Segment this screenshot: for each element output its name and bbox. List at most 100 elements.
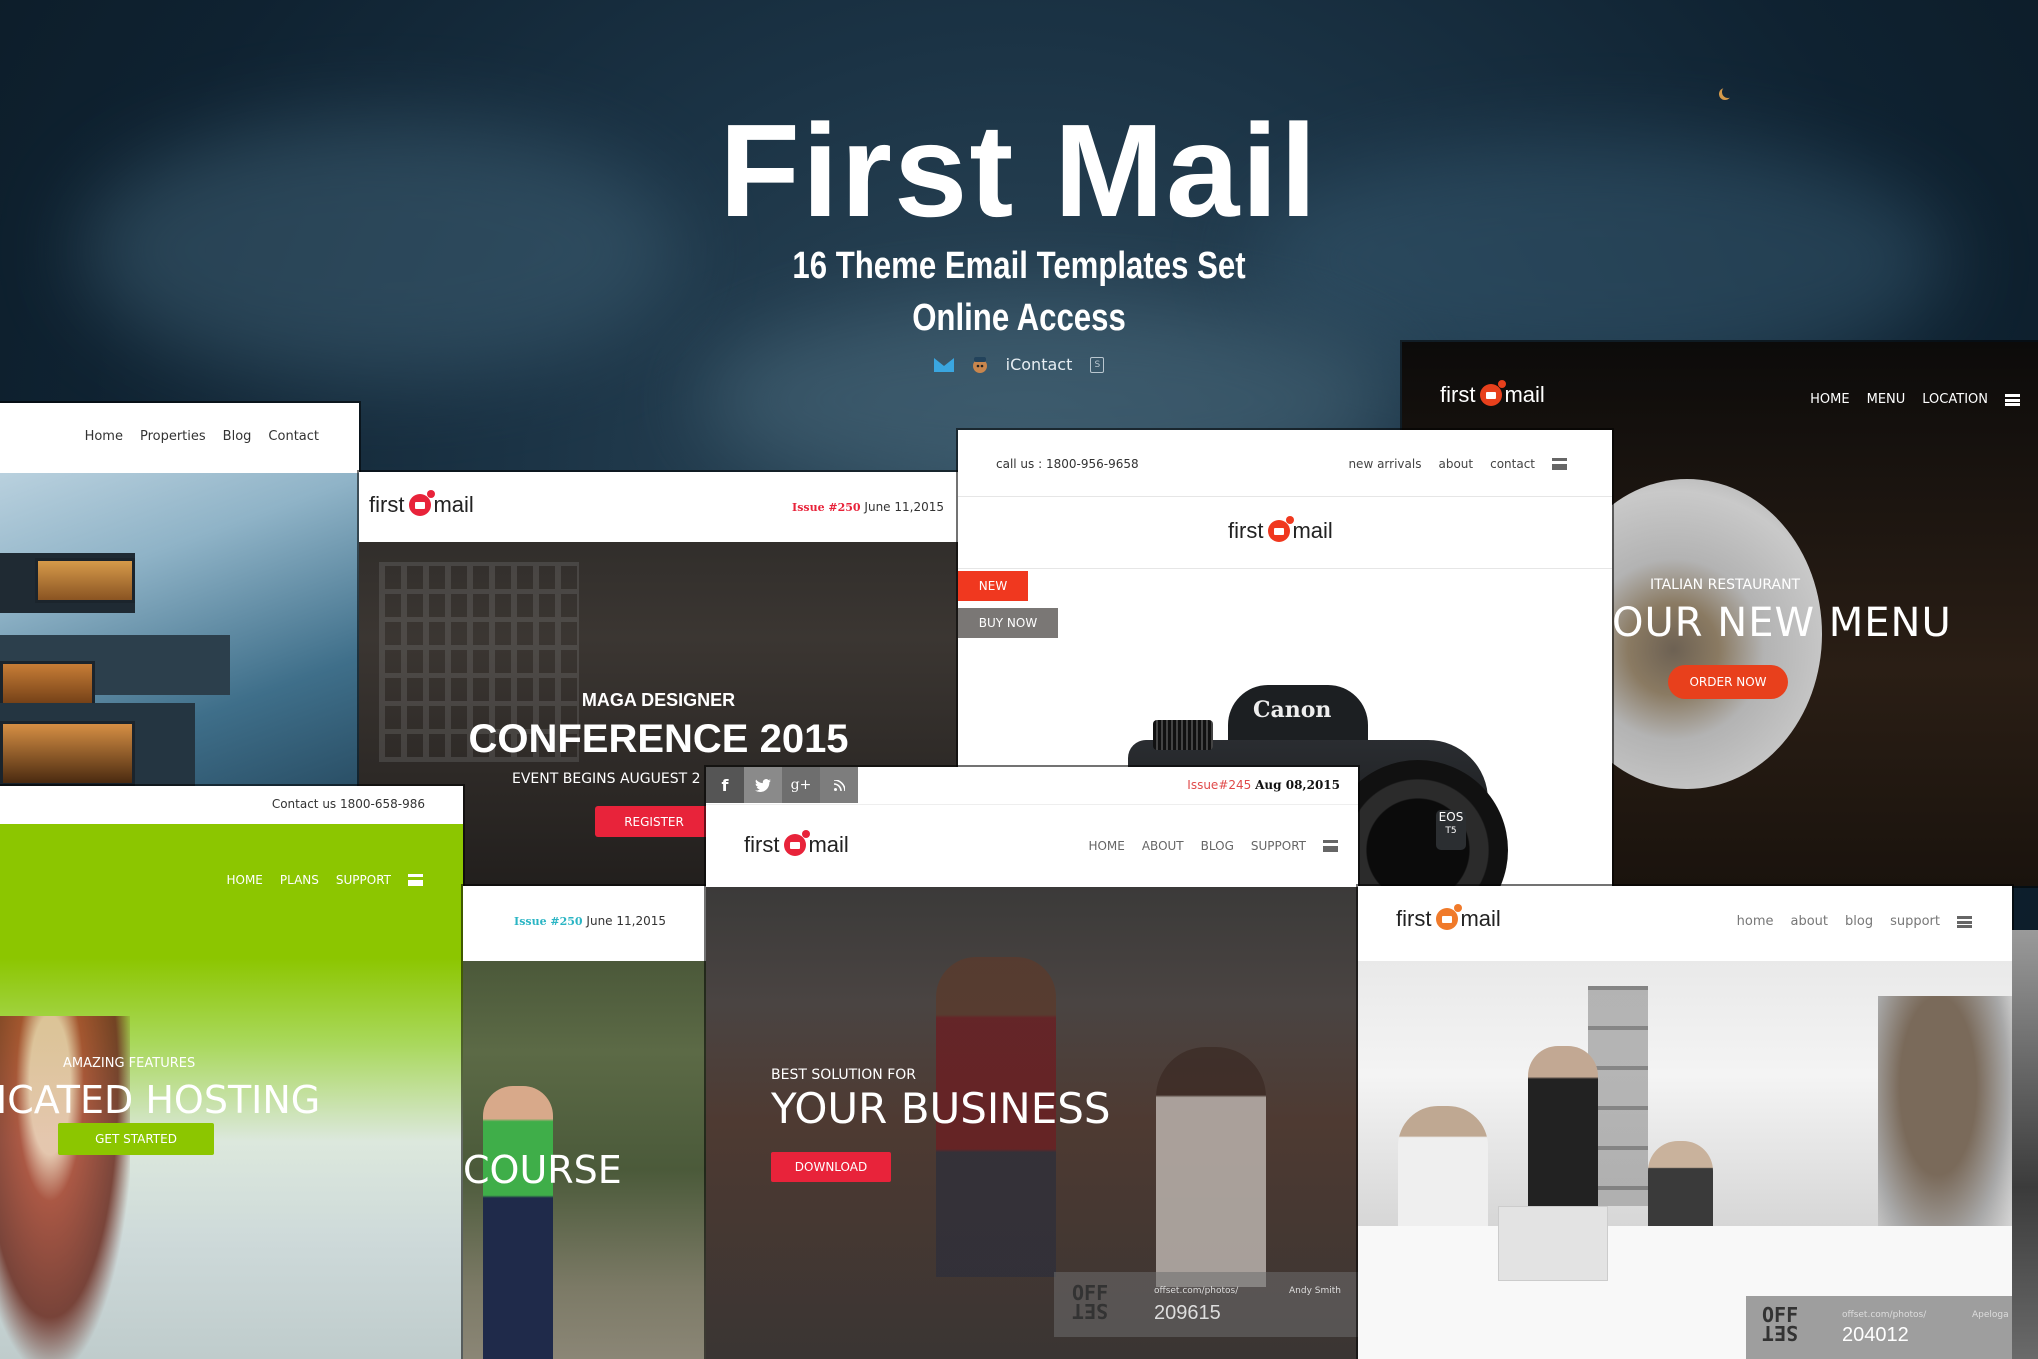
course-header: Issue #250 June 11,2015 bbox=[463, 886, 706, 961]
nav-home[interactable]: HOME bbox=[226, 873, 262, 887]
nav-support[interactable]: support bbox=[1890, 914, 1940, 929]
hamburger-menu-icon[interactable] bbox=[1552, 458, 1567, 470]
issue-info: Issue #250 June 11,2015 bbox=[514, 914, 666, 928]
restaurant-kicker: ITALIAN RESTAURANT bbox=[1650, 577, 1801, 593]
camera-model: EOS bbox=[1438, 810, 1464, 824]
woman-image bbox=[1156, 1047, 1266, 1287]
office-nav: home about blog support bbox=[1720, 914, 1972, 929]
mail-icon bbox=[1268, 516, 1295, 542]
restaurant-headline: OUR NEW MENU bbox=[1612, 600, 1952, 646]
credit-author: Apeloga bbox=[1972, 1310, 2009, 1320]
nav-new-arrivals[interactable]: new arrivals bbox=[1348, 457, 1421, 471]
brand-logo[interactable]: first mail bbox=[1228, 516, 1333, 544]
credit-logo-bottom: SET bbox=[1762, 1321, 1799, 1345]
mail-icon bbox=[784, 830, 811, 856]
divider bbox=[958, 496, 1612, 497]
nav-home[interactable]: home bbox=[1737, 914, 1774, 929]
register-button[interactable]: REGISTER bbox=[595, 806, 713, 837]
hosting-nav: HOME PLANS SUPPORT bbox=[209, 873, 423, 887]
buy-now-button[interactable]: BUY NOW bbox=[958, 608, 1058, 638]
logo-text-first: first bbox=[1228, 518, 1264, 543]
photo-credit: OFF SET offset.com/photos/ 204012 Apelog… bbox=[1746, 1296, 2012, 1359]
student-image bbox=[483, 1086, 553, 1359]
electronics-nav: new arrivals about contact bbox=[1331, 457, 1567, 471]
nav-home[interactable]: HOME bbox=[1088, 839, 1124, 853]
mail-icon bbox=[1436, 904, 1463, 930]
nav-contact[interactable]: contact bbox=[1490, 457, 1535, 471]
hosting-contact: Contact us 1800-658-986 bbox=[271, 797, 425, 811]
hamburger-menu-icon[interactable] bbox=[1323, 840, 1338, 852]
hero-subtitle-2: Online Access bbox=[912, 297, 1126, 339]
new-badge: NEW bbox=[958, 571, 1028, 601]
partial-template-edge bbox=[2012, 930, 2038, 1359]
photo-credit: OFF SET offset.com/photos/ 209615 Andy S… bbox=[1054, 1272, 1358, 1337]
icontact-logo: iContact bbox=[1005, 355, 1073, 374]
hosting-kicker: AMAZING FEATURES bbox=[63, 1056, 196, 1071]
brand-logo[interactable]: first mail bbox=[369, 490, 474, 518]
brand-logo[interactable]: first mail bbox=[1440, 380, 1545, 408]
issue-label: Issue #250 bbox=[514, 915, 583, 928]
template-business[interactable]: f g+ Issue#245 Aug 08,2015 first mail HO… bbox=[706, 767, 1358, 1359]
campaign-monitor-icon bbox=[933, 357, 954, 372]
issue-date: Aug 08,2015 bbox=[1255, 778, 1340, 792]
issue-label: Issue#245 bbox=[1187, 778, 1252, 792]
logo-text-mail: mail bbox=[1504, 382, 1545, 407]
hero-subtitle: 16 Theme Email Templates Set bbox=[792, 245, 1246, 287]
camera-badge: EOS T5 bbox=[1436, 810, 1466, 850]
logo-text-first: first bbox=[1396, 906, 1432, 931]
camera-brand: Canon bbox=[1253, 697, 1332, 723]
social-bar: f g+ bbox=[706, 767, 858, 803]
nav-blog[interactable]: Blog bbox=[223, 429, 252, 444]
hosting-topbar: Contact us 1800-658-986 bbox=[0, 786, 463, 824]
hamburger-menu-icon[interactable] bbox=[2005, 393, 2020, 406]
nav-blog[interactable]: BLOG bbox=[1201, 839, 1234, 853]
hero-title: First Mail bbox=[719, 97, 1319, 244]
nav-about[interactable]: ABOUT bbox=[1142, 839, 1184, 853]
template-hosting[interactable]: Contact us 1800-658-986 HOME PLANS SUPPO… bbox=[0, 786, 463, 1359]
conference-kicker: MAGA DESIGNER bbox=[581, 690, 736, 710]
hamburger-menu-icon[interactable] bbox=[408, 874, 423, 886]
download-button[interactable]: DOWNLOAD bbox=[771, 1152, 891, 1182]
logo-text-first: first bbox=[1440, 382, 1476, 407]
nav-support[interactable]: SUPPORT bbox=[1251, 839, 1306, 853]
hamburger-menu-icon[interactable] bbox=[1957, 915, 1972, 928]
nav-menu[interactable]: MENU bbox=[1867, 392, 1906, 407]
issue-date: June 11,2015 bbox=[586, 914, 666, 928]
issue-info: Issue#245 Aug 08,2015 bbox=[1187, 778, 1340, 792]
rss-icon[interactable] bbox=[820, 767, 858, 803]
restaurant-nav: HOME MENU LOCATION bbox=[1793, 392, 2020, 407]
nav-about[interactable]: about bbox=[1790, 914, 1828, 929]
mailchimp-icon bbox=[972, 356, 987, 373]
nav-location[interactable]: LOCATION bbox=[1922, 392, 1988, 407]
get-started-button[interactable]: GET STARTED bbox=[58, 1123, 214, 1155]
logo-text-first: first bbox=[744, 832, 780, 857]
template-real-estate[interactable]: Home Properties Blog Contact bbox=[0, 403, 359, 786]
logo-text-mail: mail bbox=[1460, 906, 1501, 931]
nav-properties[interactable]: Properties bbox=[140, 429, 206, 444]
credit-author: Andy Smith bbox=[1289, 1286, 1341, 1296]
nav-home[interactable]: HOME bbox=[1810, 392, 1849, 407]
template-office[interactable]: first mail home about blog support OFF S… bbox=[1358, 886, 2012, 1359]
google-plus-icon[interactable]: g+ bbox=[782, 767, 820, 803]
credit-logo-bottom: SET bbox=[1072, 1299, 1109, 1323]
brand-logo[interactable]: first mail bbox=[744, 830, 849, 858]
business-kicker: BEST SOLUTION FOR bbox=[771, 1067, 917, 1083]
mail-icon bbox=[1480, 380, 1507, 406]
conference-subline: EVENT BEGINS AUGUEST 2 bbox=[512, 771, 701, 787]
nav-contact[interactable]: Contact bbox=[268, 429, 319, 444]
facebook-icon[interactable]: f bbox=[706, 767, 744, 803]
nav-about[interactable]: about bbox=[1438, 457, 1473, 471]
logo-text-mail: mail bbox=[1292, 518, 1333, 543]
credit-url: offset.com/photos/ bbox=[1842, 1310, 1927, 1320]
mail-icon bbox=[409, 490, 436, 516]
nav-support[interactable]: SUPPORT bbox=[336, 873, 391, 887]
nav-home[interactable]: Home bbox=[85, 429, 123, 444]
issue-date: June 11,2015 bbox=[864, 500, 944, 514]
template-course[interactable]: Issue #250 June 11,2015 COURSE bbox=[463, 886, 706, 1359]
business-nav: HOME ABOUT BLOG SUPPORT bbox=[1071, 839, 1338, 853]
twitter-icon[interactable] bbox=[744, 767, 782, 803]
nav-blog[interactable]: blog bbox=[1845, 914, 1873, 929]
nav-plans[interactable]: PLANS bbox=[280, 873, 319, 887]
brand-logo[interactable]: first mail bbox=[1396, 904, 1501, 932]
order-now-button[interactable]: ORDER NOW bbox=[1668, 665, 1788, 699]
